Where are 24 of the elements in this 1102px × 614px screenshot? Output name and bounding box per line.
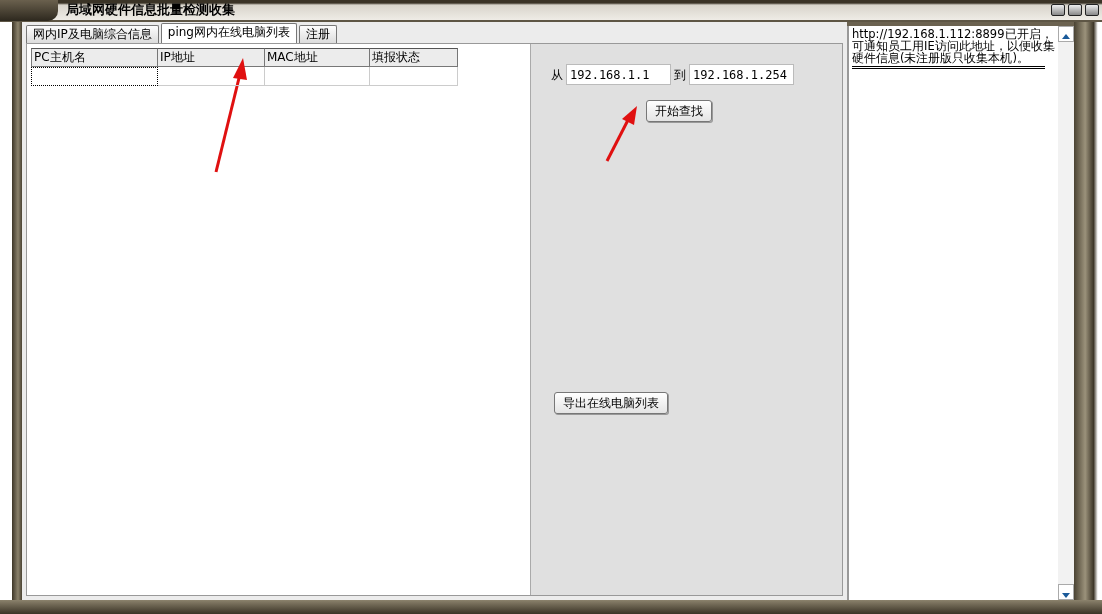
tab[interactable]: ping网内在线电脑列表 bbox=[160, 23, 297, 43]
scroll-up-button[interactable] bbox=[1058, 26, 1074, 42]
tab[interactable]: 注册 bbox=[298, 25, 337, 43]
annotation-arrow bbox=[605, 106, 637, 162]
search-button[interactable]: 开始查找 bbox=[646, 100, 712, 122]
export-button[interactable]: 导出在线电脑列表 bbox=[554, 392, 668, 414]
scrollbar[interactable] bbox=[1058, 26, 1074, 600]
scroll-down-button[interactable] bbox=[1058, 584, 1074, 600]
close-button[interactable] bbox=[1085, 4, 1099, 16]
column-header[interactable]: 填报状态 bbox=[370, 48, 458, 67]
log-text: http://192.168.1.112:8899已开启，可通知员工用IE访问此地址，以便收集硬件信息(未注册版只收集本机)。 bbox=[852, 28, 1055, 64]
table-cell[interactable] bbox=[31, 67, 158, 86]
column-header[interactable]: MAC地址 bbox=[265, 48, 370, 67]
minimize-button[interactable] bbox=[1051, 4, 1065, 16]
window-title: 局域网硬件信息批量检测收集 bbox=[66, 1, 236, 20]
to-label: 到 bbox=[674, 66, 686, 84]
from-field[interactable]: 192.168.1.1 bbox=[566, 64, 671, 85]
window-logo bbox=[0, 0, 58, 21]
from-label: 从 bbox=[551, 66, 563, 84]
to-field[interactable]: 192.168.1.254 bbox=[689, 64, 794, 85]
tab[interactable]: 网内IP及电脑综合信息 bbox=[26, 25, 159, 43]
column-header[interactable]: IP地址 bbox=[158, 48, 265, 67]
maximize-button[interactable] bbox=[1068, 4, 1082, 16]
column-header[interactable]: PC主机名 bbox=[31, 48, 158, 67]
